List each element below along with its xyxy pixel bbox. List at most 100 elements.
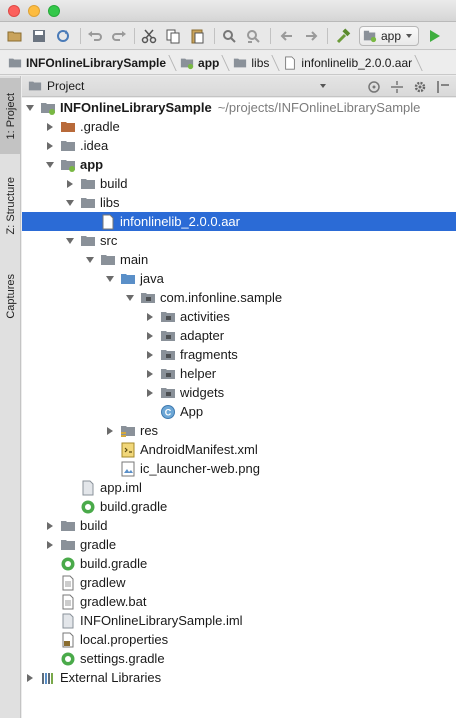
tab-structure[interactable]: Z: Structure [0, 164, 21, 248]
tree-row[interactable]: activities [22, 307, 456, 326]
tree-row[interactable]: C App [22, 402, 456, 421]
collapsed-arrow-icon[interactable] [144, 326, 156, 345]
open-folder-icon[interactable] [6, 27, 24, 45]
hide-panel-icon[interactable] [434, 78, 452, 96]
expanded-arrow-icon[interactable] [24, 98, 36, 117]
collapsed-arrow-icon[interactable] [44, 535, 56, 554]
tree-row[interactable]: widgets [22, 383, 456, 402]
expanded-arrow-icon[interactable] [44, 155, 56, 174]
expanded-arrow-icon[interactable] [104, 269, 116, 288]
collapsed-arrow-icon[interactable] [44, 136, 56, 155]
package-icon [160, 366, 176, 382]
save-icon[interactable] [30, 27, 48, 45]
tree-row[interactable]: .idea [22, 136, 456, 155]
minimize-window-button[interactable] [28, 5, 40, 17]
tree-row[interactable]: res [22, 421, 456, 440]
zoom-window-button[interactable] [48, 5, 60, 17]
expanded-arrow-icon[interactable] [84, 250, 96, 269]
tree-row[interactable]: helper [22, 364, 456, 383]
collapsed-arrow-icon[interactable] [64, 174, 76, 193]
tree-row[interactable]: gradle [22, 535, 456, 554]
collapsed-arrow-icon[interactable] [144, 364, 156, 383]
project-panel-header: Project [22, 76, 456, 97]
expanded-arrow-icon[interactable] [64, 193, 76, 212]
breadcrumb-item-libs[interactable]: libs [225, 51, 275, 75]
folder-icon [60, 138, 76, 154]
tree-row[interactable]: External Libraries [22, 668, 456, 687]
breadcrumb-item-app[interactable]: app [172, 51, 225, 75]
tree-row[interactable]: infonlinelib_2.0.0.aar [22, 212, 456, 231]
build-hammer-icon[interactable] [334, 27, 352, 45]
collapsed-arrow-icon[interactable] [144, 383, 156, 402]
tree-row[interactable]: INFOnlineLibrarySample ~/projects/INFOnli… [22, 98, 456, 117]
forward-icon[interactable] [302, 27, 320, 45]
copy-icon[interactable] [164, 27, 182, 45]
tree-row[interactable]: app.iml [22, 478, 456, 497]
tree-row[interactable]: libs [22, 193, 456, 212]
file-icon [283, 55, 297, 70]
resource-folder-icon [120, 423, 136, 439]
tree-row[interactable]: build.gradle [22, 497, 456, 516]
breadcrumb-item-project[interactable]: INFOnlineLibrarySample [0, 51, 172, 75]
undo-icon[interactable] [86, 27, 104, 45]
tree-row[interactable]: app [22, 155, 456, 174]
back-icon[interactable] [278, 27, 296, 45]
tree-row[interactable]: build [22, 174, 456, 193]
tree-row[interactable]: main [22, 250, 456, 269]
sync-icon[interactable] [54, 27, 72, 45]
cut-icon[interactable] [140, 27, 158, 45]
breadcrumb-label: INFOnlineLibrarySample [26, 55, 167, 70]
tree-item-label: helper [180, 366, 217, 381]
collapse-all-icon[interactable] [388, 78, 406, 96]
tree-row[interactable]: .gradle [22, 117, 456, 136]
breadcrumb-item-file[interactable]: infonlinelib_2.0.0.aar [275, 51, 418, 75]
tree-item-label: App [180, 404, 204, 419]
folder-icon [60, 518, 76, 534]
tree-row[interactable]: gradlew.bat [22, 592, 456, 611]
tree-row[interactable]: src [22, 231, 456, 250]
tree-row[interactable]: build [22, 516, 456, 535]
find-icon[interactable] [220, 27, 238, 45]
expanded-arrow-icon[interactable] [64, 231, 76, 250]
module-folder-icon [40, 100, 56, 116]
redo-icon[interactable] [110, 27, 128, 45]
tab-captures[interactable]: Captures [0, 258, 21, 334]
collapsed-arrow-icon[interactable] [44, 117, 56, 136]
run-icon[interactable] [425, 27, 443, 45]
tree-row[interactable]: settings.gradle [22, 649, 456, 668]
settings-gear-icon[interactable] [411, 78, 429, 96]
collapsed-arrow-icon[interactable] [144, 345, 156, 364]
tree-row[interactable]: INFOnlineLibrarySample.iml [22, 611, 456, 630]
collapsed-arrow-icon[interactable] [144, 307, 156, 326]
tree-item-label: widgets [180, 385, 225, 400]
paste-icon[interactable] [188, 27, 206, 45]
tab-project[interactable]: 1: Project [0, 78, 21, 154]
main-toolbar: app [0, 22, 456, 50]
project-view-selector[interactable]: Project [28, 79, 327, 93]
tree-item-label: INFOnlineLibrarySample [60, 100, 212, 115]
tree-row[interactable]: adapter [22, 326, 456, 345]
tree-row[interactable]: local.properties [22, 630, 456, 649]
close-window-button[interactable] [8, 5, 20, 17]
expanded-arrow-icon[interactable] [124, 288, 136, 307]
replace-icon[interactable] [244, 27, 262, 45]
tree-row[interactable]: java [22, 269, 456, 288]
tree-row[interactable]: build.gradle [22, 554, 456, 573]
collapsed-arrow-icon[interactable] [24, 668, 36, 687]
collapsed-arrow-icon[interactable] [104, 421, 116, 440]
collapsed-arrow-icon[interactable] [44, 516, 56, 535]
tree-row[interactable]: gradlew [22, 573, 456, 592]
scroll-from-source-icon[interactable] [365, 78, 383, 96]
folder-icon [80, 233, 96, 249]
run-configuration-select[interactable]: app [359, 26, 419, 46]
tree-item-label: infonlinelib_2.0.0.aar [120, 214, 240, 229]
tree-row[interactable]: AndroidManifest.xml [22, 440, 456, 459]
source-folder-icon [120, 271, 136, 287]
tree-row[interactable]: ic_launcher-web.png [22, 459, 456, 478]
tree-row[interactable]: com.infonline.sample [22, 288, 456, 307]
tree-row[interactable]: fragments [22, 345, 456, 364]
module-folder-icon [60, 157, 76, 173]
